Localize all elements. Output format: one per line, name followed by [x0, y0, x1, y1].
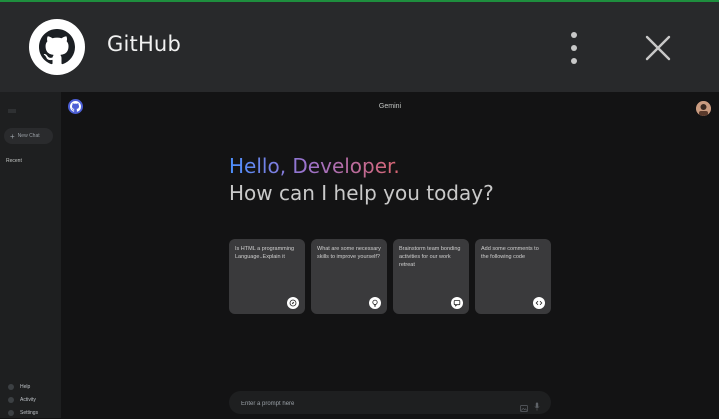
help-icon [8, 383, 14, 390]
new-chat-button[interactable]: + New Chat [4, 128, 53, 144]
code-icon [533, 297, 545, 309]
greeting-heading: Hello, Developer. [229, 154, 400, 178]
prompt-bar [229, 391, 551, 414]
sidebar-item-label: Activity [20, 396, 36, 403]
microphone-icon[interactable] [534, 398, 540, 411]
avatar[interactable] [696, 101, 711, 116]
greeting-subtitle: How can I help you today? [229, 181, 494, 205]
sidebar-bottom-menu: Help Activity Settings [8, 380, 38, 419]
sidebar-item-settings[interactable]: Settings [8, 406, 38, 419]
sidebar-item-label: Settings [20, 409, 39, 416]
image-upload-icon[interactable] [520, 399, 528, 412]
recent-heading: Recent [6, 158, 22, 164]
suggestion-card[interactable]: Brainstorm team bonding activities for o… [393, 239, 469, 314]
suggestion-card[interactable]: Add some comments to the following code [475, 239, 551, 314]
bulb-icon [369, 297, 381, 309]
suggestion-card[interactable]: What are some necessary skills to improv… [311, 239, 387, 314]
main-panel: Gemini Hello, Developer. How can I help … [61, 92, 719, 418]
new-chat-label: New Chat [17, 133, 40, 139]
suggestion-cards: Is HTML a programming Language..Explain … [229, 239, 552, 314]
compass-icon [287, 297, 299, 309]
gear-icon [8, 409, 14, 416]
card-text: Brainstorm team bonding activities for o… [399, 246, 461, 268]
page-title: Gemini [378, 103, 402, 110]
message-icon [451, 297, 463, 309]
sidebar-item-label: Help [20, 383, 31, 390]
github-logo-icon [29, 19, 85, 75]
more-options-icon[interactable] [566, 32, 582, 64]
sidebar: + New Chat Recent Help Activity Settings [0, 92, 61, 418]
history-icon [8, 396, 14, 403]
prompt-input[interactable] [239, 395, 503, 412]
plus-icon: + [10, 131, 15, 141]
sidebar-item-activity[interactable]: Activity [8, 393, 38, 406]
app-bar: GitHub [0, 2, 719, 92]
close-icon[interactable] [643, 33, 673, 63]
card-text: Is HTML a programming Language..Explain … [235, 246, 295, 260]
sidebar-item-help[interactable]: Help [8, 380, 38, 393]
menu-icon[interactable] [8, 100, 16, 113]
app-title: GitHub [107, 32, 181, 56]
card-text: Add some comments to the following code [481, 246, 539, 260]
card-text: What are some necessary skills to improv… [317, 246, 381, 260]
suggestion-card[interactable]: Is HTML a programming Language..Explain … [229, 239, 305, 314]
